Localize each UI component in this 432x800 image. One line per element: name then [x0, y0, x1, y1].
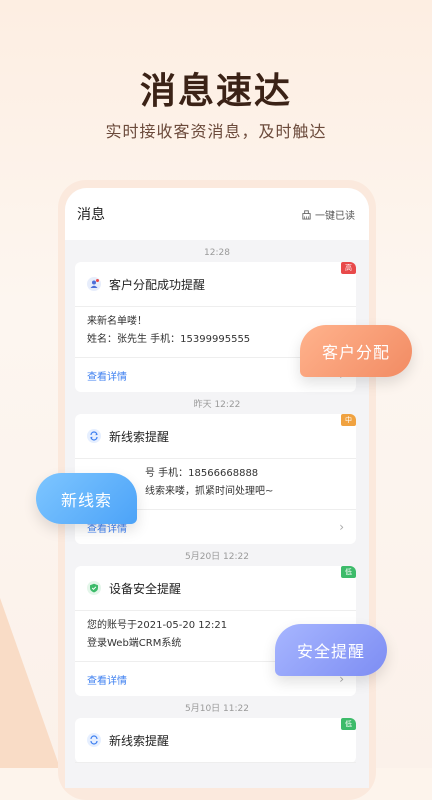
- new-lead-pill: 新线索: [36, 473, 137, 524]
- message-time: 昨天 12:22: [193, 400, 241, 410]
- card-title: 新线索提醒: [109, 733, 170, 748]
- refresh-icon: [87, 429, 101, 443]
- priority-badge: 高: [341, 262, 356, 274]
- user-icon: [87, 277, 101, 291]
- broom-icon: [302, 209, 311, 220]
- card-header: 客户分配成功提醒: [75, 262, 356, 307]
- read-all-button[interactable]: 一键已读: [301, 207, 355, 222]
- read-all-label: 一键已读: [315, 210, 355, 222]
- view-details-link[interactable]: 查看详情: [87, 672, 127, 687]
- priority-badge: 中: [341, 414, 356, 426]
- card-title: 设备安全提醒: [109, 581, 182, 596]
- message-time: 5月20日 12:22: [185, 552, 249, 562]
- shield-icon: [87, 581, 101, 595]
- card-header: 新线索提醒: [75, 414, 356, 459]
- priority-badge: 低: [341, 718, 356, 730]
- security-alert-pill: 安全提醒: [275, 624, 387, 676]
- refresh-icon: [87, 733, 101, 747]
- background-shape: [0, 598, 60, 768]
- message-time: 5月10日 11:22: [185, 704, 249, 714]
- hero-subtitle: 实时接收客资消息，及时触达: [105, 122, 327, 141]
- card-header: 设备安全提醒: [75, 566, 356, 611]
- card-title: 新线索提醒: [109, 429, 170, 444]
- priority-badge: 低: [341, 566, 356, 578]
- hero-title: 消息速达: [139, 71, 292, 112]
- page-title: 消息: [77, 207, 105, 223]
- card-line: 来新名单喽！: [87, 316, 147, 327]
- top-bar: 消息 一键已读: [65, 188, 369, 240]
- message-card-lead-2[interactable]: 低 新线索提醒: [75, 718, 356, 763]
- card-title: 客户分配成功提醒: [109, 277, 206, 292]
- card-line: 线索来喽，抓紧时间处理吧~: [145, 486, 274, 497]
- view-details-link[interactable]: 查看详情: [87, 368, 127, 383]
- message-time: 12:28: [204, 248, 230, 258]
- card-line: 号 手机：18566668888: [145, 468, 259, 479]
- chevron-right-icon: ›: [339, 520, 344, 534]
- card-header: 新线索提醒: [75, 718, 356, 763]
- customer-assign-pill: 客户分配: [300, 325, 412, 377]
